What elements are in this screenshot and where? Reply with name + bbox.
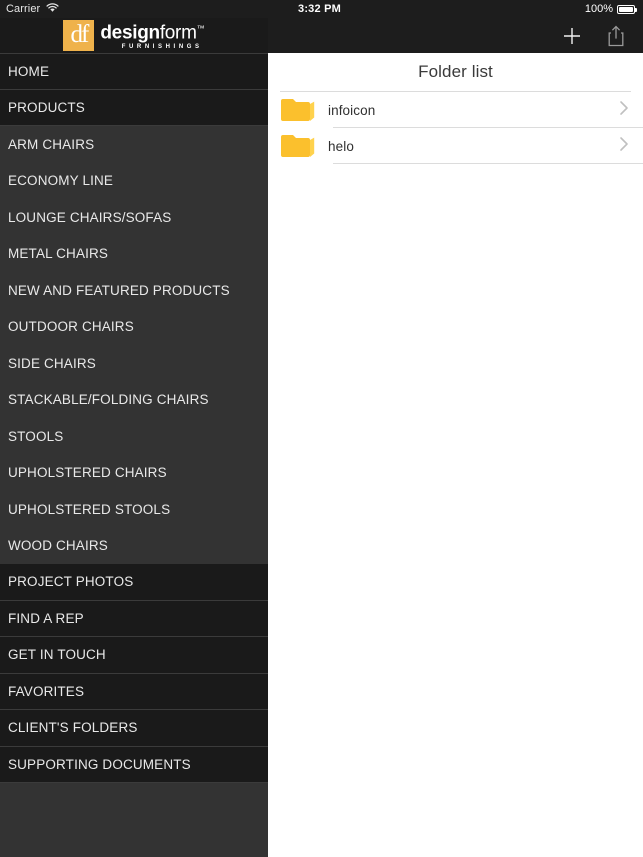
logo-mark-icon: df (63, 19, 95, 51)
app-root: Carrier df designform™ FURNISHINGS HOME … (0, 0, 643, 857)
chevron-right-icon (619, 136, 629, 157)
folder-row[interactable]: infoicon (268, 92, 643, 128)
sidebar-item-outdoor-chairs[interactable]: OUTDOOR CHAIRS (0, 308, 268, 345)
sidebar: Carrier df designform™ FURNISHINGS HOME … (0, 0, 268, 857)
sidebar-item-label: SUPPORTING DOCUMENTS (8, 756, 191, 772)
main-panel: 3:32 PM 100% Folder list infoicon helo (268, 0, 643, 857)
folder-row[interactable]: helo (268, 128, 643, 164)
folder-name: helo (328, 138, 354, 154)
sidebar-status-bar: Carrier (0, 0, 268, 18)
sidebar-item-supporting-documents[interactable]: SUPPORTING DOCUMENTS (0, 746, 268, 783)
brand-header[interactable]: df designform™ FURNISHINGS (0, 18, 268, 53)
logo-wordmark: designform™ FURNISHINGS (100, 19, 204, 51)
sidebar-item-stackable-folding-chairs[interactable]: STACKABLE/FOLDING CHAIRS (0, 381, 268, 418)
sidebar-item-label: UPHOLSTERED STOOLS (8, 501, 171, 517)
sidebar-item-arm-chairs[interactable]: ARM CHAIRS (0, 126, 268, 163)
logo-name: designform™ (100, 19, 205, 44)
sidebar-item-wood-chairs[interactable]: WOOD CHAIRS (0, 527, 268, 564)
sidebar-item-label: STACKABLE/FOLDING CHAIRS (8, 392, 209, 408)
sidebar-item-label: OUTDOOR CHAIRS (8, 319, 134, 335)
sidebar-item-favorites[interactable]: FAVORITES (0, 673, 268, 710)
sidebar-item-products[interactable]: PRODUCTS (0, 89, 268, 126)
chevron-right-icon (619, 100, 629, 121)
folder-icon (280, 97, 316, 123)
sidebar-item-label: METAL CHAIRS (8, 246, 109, 262)
logo-monogram: df (70, 20, 89, 48)
sidebar-item-label: SIDE CHAIRS (8, 355, 96, 371)
sidebar-item-label: PROJECT PHOTOS (8, 574, 134, 590)
main-toolbar (268, 18, 643, 53)
sidebar-item-label: LOUNGE CHAIRS/SOFAS (8, 209, 172, 225)
carrier-label: Carrier (6, 3, 41, 15)
sidebar-item-label: ARM CHAIRS (8, 136, 95, 152)
sidebar-item-label: CLIENT'S FOLDERS (8, 720, 138, 736)
logo-tagline: FURNISHINGS (121, 43, 203, 50)
sidebar-item-economy-line[interactable]: ECONOMY LINE (0, 162, 268, 199)
trademark-symbol: ™ (196, 24, 205, 34)
battery-percent-label: 100% (584, 3, 613, 15)
sidebar-item-find-a-rep[interactable]: FIND A REP (0, 600, 268, 637)
main-top-bar: 3:32 PM 100% (268, 0, 643, 53)
sidebar-item-label: NEW AND FEATURED PRODUCTS (8, 282, 230, 298)
add-folder-button[interactable] (559, 23, 585, 49)
sidebar-item-label: FAVORITES (8, 683, 85, 699)
sidebar-item-client-s-folders[interactable]: CLIENT'S FOLDERS (0, 710, 268, 747)
logo-name-bold: design (100, 22, 160, 44)
sidebar-item-label: ECONOMY LINE (8, 173, 114, 189)
sidebar-item-label: HOME (8, 63, 50, 79)
status-right-group: 100% (584, 3, 637, 15)
sidebar-item-label: FIND A REP (8, 610, 84, 626)
sidebar-item-side-chairs[interactable]: SIDE CHAIRS (0, 345, 268, 382)
designform-logo: df designform™ FURNISHINGS (63, 19, 205, 51)
sidebar-item-label: STOOLS (8, 428, 64, 444)
sidebar-empty-area (0, 820, 268, 857)
sidebar-item-label: UPHOLSTERED CHAIRS (8, 465, 167, 481)
folder-icon (280, 133, 316, 159)
sidebar-item-upholstered-chairs[interactable]: UPHOLSTERED CHAIRS (0, 454, 268, 491)
sidebar-item-metal-chairs[interactable]: METAL CHAIRS (0, 235, 268, 272)
folder-name: infoicon (328, 102, 376, 118)
sidebar-item-new-and-featured-products[interactable]: NEW AND FEATURED PRODUCTS (0, 272, 268, 309)
main-status-bar: 3:32 PM 100% (268, 0, 643, 18)
page-title: Folder list (418, 62, 493, 81)
battery-full-icon (617, 4, 637, 14)
sidebar-item-get-in-touch[interactable]: GET IN TOUCH (0, 637, 268, 674)
share-button[interactable] (603, 23, 629, 49)
sidebar-menu: HOME PRODUCTS ARM CHAIRS ECONOMY LINE LOUNGE… (0, 53, 268, 820)
sidebar-item-project-photos[interactable]: PROJECT PHOTOS (0, 564, 268, 601)
sidebar-item-label: WOOD CHAIRS (8, 538, 108, 554)
logo-name-light: form (159, 22, 197, 44)
sidebar-item-label: GET IN TOUCH (8, 647, 106, 663)
sidebar-item-stools[interactable]: STOOLS (0, 418, 268, 455)
wifi-icon (46, 0, 59, 18)
sidebar-item-upholstered-stools[interactable]: UPHOLSTERED STOOLS (0, 491, 268, 528)
folder-list: infoicon helo (268, 91, 643, 857)
sidebar-item-home[interactable]: HOME (0, 53, 268, 90)
sidebar-item-lounge-chairs-sofas[interactable]: LOUNGE CHAIRS/SOFAS (0, 199, 268, 236)
sidebar-item-label: PRODUCTS (8, 99, 85, 115)
clock-label: 3:32 PM (298, 3, 341, 15)
